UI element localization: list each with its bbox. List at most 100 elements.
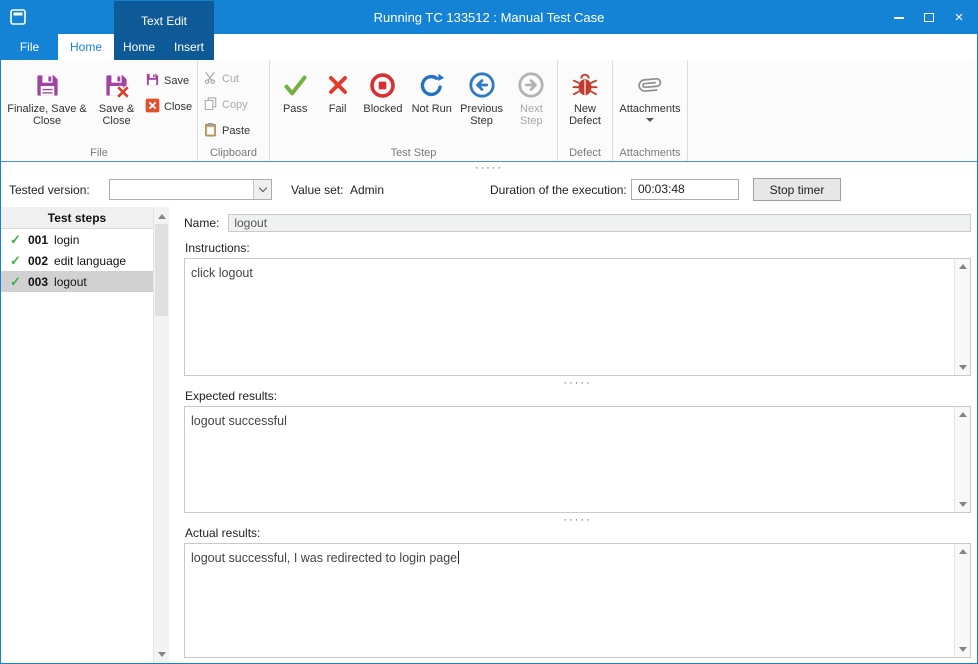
save-button[interactable]: Save bbox=[143, 68, 195, 94]
expected-results-text: logout successful bbox=[185, 407, 970, 435]
step-name: login bbox=[54, 233, 79, 247]
group-label-defect: Defect bbox=[558, 147, 612, 159]
expected-results-textarea[interactable]: logout successful bbox=[184, 406, 971, 513]
minimize-button[interactable] bbox=[884, 1, 914, 34]
paste-button[interactable]: Paste bbox=[201, 118, 263, 144]
scroll-down-button[interactable] bbox=[955, 497, 970, 512]
instructions-scrollbar[interactable] bbox=[954, 259, 970, 375]
test-step-row-1[interactable]: ✓ 001 login bbox=[1, 229, 153, 250]
ribbon-group-clipboard: Cut Copy Paste Clipboard bbox=[198, 60, 270, 161]
attachments-button[interactable]: Attachments bbox=[616, 62, 684, 148]
instructions-textarea[interactable]: click logout bbox=[184, 258, 971, 376]
next-step-button[interactable]: Next Step bbox=[508, 62, 555, 148]
test-step-row-3-selected[interactable]: ✓ 003 logout bbox=[1, 271, 153, 292]
previous-step-button[interactable]: Previous Step bbox=[455, 62, 507, 148]
value-set-label: Value set: bbox=[291, 183, 343, 197]
bug-icon bbox=[572, 69, 598, 101]
button-label: Paste bbox=[222, 125, 250, 137]
button-label: Fail bbox=[329, 103, 347, 115]
step-editor: Name: logout Instructions: click logout … bbox=[169, 207, 977, 663]
fail-button[interactable]: Fail bbox=[317, 62, 357, 148]
button-label: Previous Step bbox=[455, 103, 507, 127]
cut-button[interactable]: Cut bbox=[201, 66, 263, 92]
pass-check-icon bbox=[282, 69, 309, 101]
step-number: 003 bbox=[28, 275, 48, 289]
next-step-icon bbox=[517, 69, 545, 101]
step-name: edit language bbox=[54, 254, 126, 268]
test-steps-panel: Test steps ✓ 001 login ✓ 002 edit langua… bbox=[1, 207, 169, 663]
button-label: Finalize, Save & Close bbox=[4, 103, 90, 127]
body: Test steps ✓ 001 login ✓ 002 edit langua… bbox=[1, 207, 977, 663]
contextual-tab-group-header: Text Edit bbox=[114, 1, 214, 34]
combobox-dropdown-button[interactable] bbox=[253, 180, 271, 199]
button-label: Next Step bbox=[508, 103, 555, 127]
name-input[interactable]: logout bbox=[228, 214, 971, 232]
button-label: Attachments bbox=[619, 103, 680, 115]
ribbon-group-attachments: Attachments Attachments bbox=[613, 60, 688, 161]
arrow-down-icon bbox=[959, 502, 967, 507]
steps-scrollbar[interactable] bbox=[153, 207, 169, 663]
scroll-up-button[interactable] bbox=[955, 259, 970, 274]
button-label: Save bbox=[164, 75, 189, 87]
group-label-file: File bbox=[1, 147, 197, 159]
maximize-icon bbox=[924, 13, 934, 22]
ribbon-group-defect: New Defect Defect bbox=[558, 60, 613, 161]
scrollbar-thumb[interactable] bbox=[155, 224, 168, 316]
scroll-down-button[interactable] bbox=[955, 360, 970, 375]
expected-scrollbar[interactable] bbox=[954, 407, 970, 512]
scroll-up-button[interactable] bbox=[955, 407, 970, 422]
section-splitter[interactable]: ····· bbox=[184, 513, 971, 526]
blocked-button[interactable]: Blocked bbox=[358, 62, 408, 148]
scroll-down-button[interactable] bbox=[955, 642, 970, 657]
copy-button[interactable]: Copy bbox=[201, 92, 263, 118]
save-and-close-button[interactable]: Save & Close bbox=[90, 62, 143, 148]
step-passed-icon: ✓ bbox=[10, 253, 22, 269]
actual-results-textarea[interactable]: logout successful, I was redirected to l… bbox=[184, 543, 971, 658]
floppy-disk-close-icon bbox=[103, 69, 130, 101]
step-passed-icon: ✓ bbox=[10, 232, 22, 248]
button-label: Close bbox=[164, 101, 192, 113]
stop-timer-button[interactable]: Stop timer bbox=[753, 178, 841, 201]
not-run-button[interactable]: Not Run bbox=[408, 62, 455, 148]
duration-input[interactable]: 00:03:48 bbox=[631, 179, 739, 200]
close-button[interactable]: Close bbox=[143, 94, 195, 120]
close-red-icon bbox=[145, 98, 160, 116]
test-step-row-2[interactable]: ✓ 002 edit language bbox=[1, 250, 153, 271]
tab-home-selected[interactable]: Home bbox=[58, 34, 114, 60]
arrow-down-icon bbox=[959, 365, 967, 370]
maximize-button[interactable] bbox=[914, 1, 944, 34]
step-name: logout bbox=[54, 275, 87, 289]
tab-texedit-insert[interactable]: Insert bbox=[164, 34, 214, 60]
tested-version-label: Tested version: bbox=[9, 183, 90, 197]
ribbon-tab-row: File Home Home Insert bbox=[1, 34, 977, 60]
finalize-save-close-button[interactable]: Finalize, Save & Close bbox=[4, 62, 90, 148]
ribbon-splitter-handle[interactable]: ····· bbox=[1, 162, 977, 174]
arrow-up-icon bbox=[158, 214, 166, 219]
actual-scrollbar[interactable] bbox=[954, 544, 970, 657]
scroll-down-button[interactable] bbox=[154, 646, 169, 662]
pass-button[interactable]: Pass bbox=[273, 62, 317, 148]
scroll-up-button[interactable] bbox=[154, 208, 169, 224]
arrow-up-icon bbox=[959, 549, 967, 554]
new-defect-button[interactable]: New Defect bbox=[561, 62, 609, 148]
duration-label: Duration of the execution: bbox=[490, 183, 627, 197]
arrow-up-icon bbox=[959, 412, 967, 417]
dropdown-arrow-icon bbox=[646, 118, 654, 122]
text-caret bbox=[458, 551, 459, 564]
previous-step-icon bbox=[468, 69, 496, 101]
section-splitter[interactable]: ····· bbox=[184, 376, 971, 389]
app-window: Running TC 133512 : Manual Test Case Tex… bbox=[0, 0, 978, 664]
floppy-disk-icon bbox=[34, 69, 61, 101]
close-window-button[interactable]: × bbox=[944, 1, 974, 34]
tab-file[interactable]: File bbox=[1, 34, 58, 60]
name-label: Name: bbox=[184, 216, 219, 230]
ribbon-group-file: Finalize, Save & Close Save & Close Save bbox=[1, 60, 198, 161]
ribbon: Finalize, Save & Close Save & Close Save bbox=[1, 60, 977, 162]
chevron-down-icon bbox=[258, 184, 266, 192]
arrow-down-icon bbox=[158, 652, 166, 657]
button-label: Copy bbox=[222, 99, 248, 111]
arrow-down-icon bbox=[959, 647, 967, 652]
scroll-up-button[interactable] bbox=[955, 544, 970, 559]
tab-texedit-home[interactable]: Home bbox=[114, 34, 164, 60]
tested-version-combobox[interactable] bbox=[109, 179, 272, 200]
